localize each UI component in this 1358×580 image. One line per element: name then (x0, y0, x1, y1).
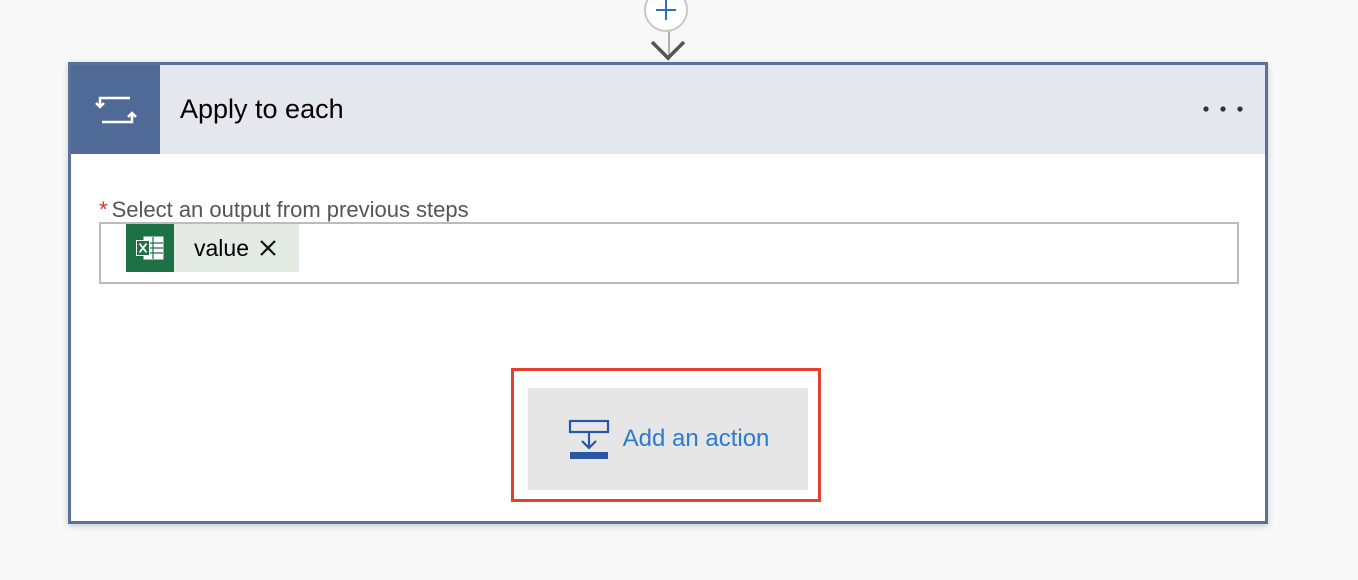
required-marker: * (99, 197, 108, 222)
add-action-icon (568, 419, 609, 459)
more-options-button[interactable] (1199, 93, 1247, 125)
insert-step-button[interactable] (644, 0, 688, 32)
output-field-label-text: Select an output from previous steps (111, 197, 469, 222)
value-token[interactable]: value (126, 224, 299, 272)
close-icon (260, 240, 276, 256)
token-label: value (194, 235, 249, 261)
apply-to-each-card: Apply to each * Select an output from pre… (68, 62, 1268, 524)
add-action-button[interactable]: Add an action (528, 388, 808, 490)
output-field-label: * Select an output from previous steps (99, 197, 469, 223)
card-header[interactable]: Apply to each (71, 65, 1265, 154)
chevron-down-icon (650, 40, 686, 61)
output-select-input[interactable]: value (99, 222, 1239, 284)
excel-icon (136, 236, 164, 260)
card-title: Apply to each (180, 94, 344, 124)
token-icon-box (126, 224, 174, 272)
card-icon-box (71, 65, 160, 154)
add-action-label: Add an action (622, 425, 770, 452)
loop-icon (94, 96, 137, 123)
remove-token-button[interactable] (259, 224, 299, 272)
ellipsis-icon (1203, 106, 1243, 112)
plus-icon (656, 0, 676, 20)
